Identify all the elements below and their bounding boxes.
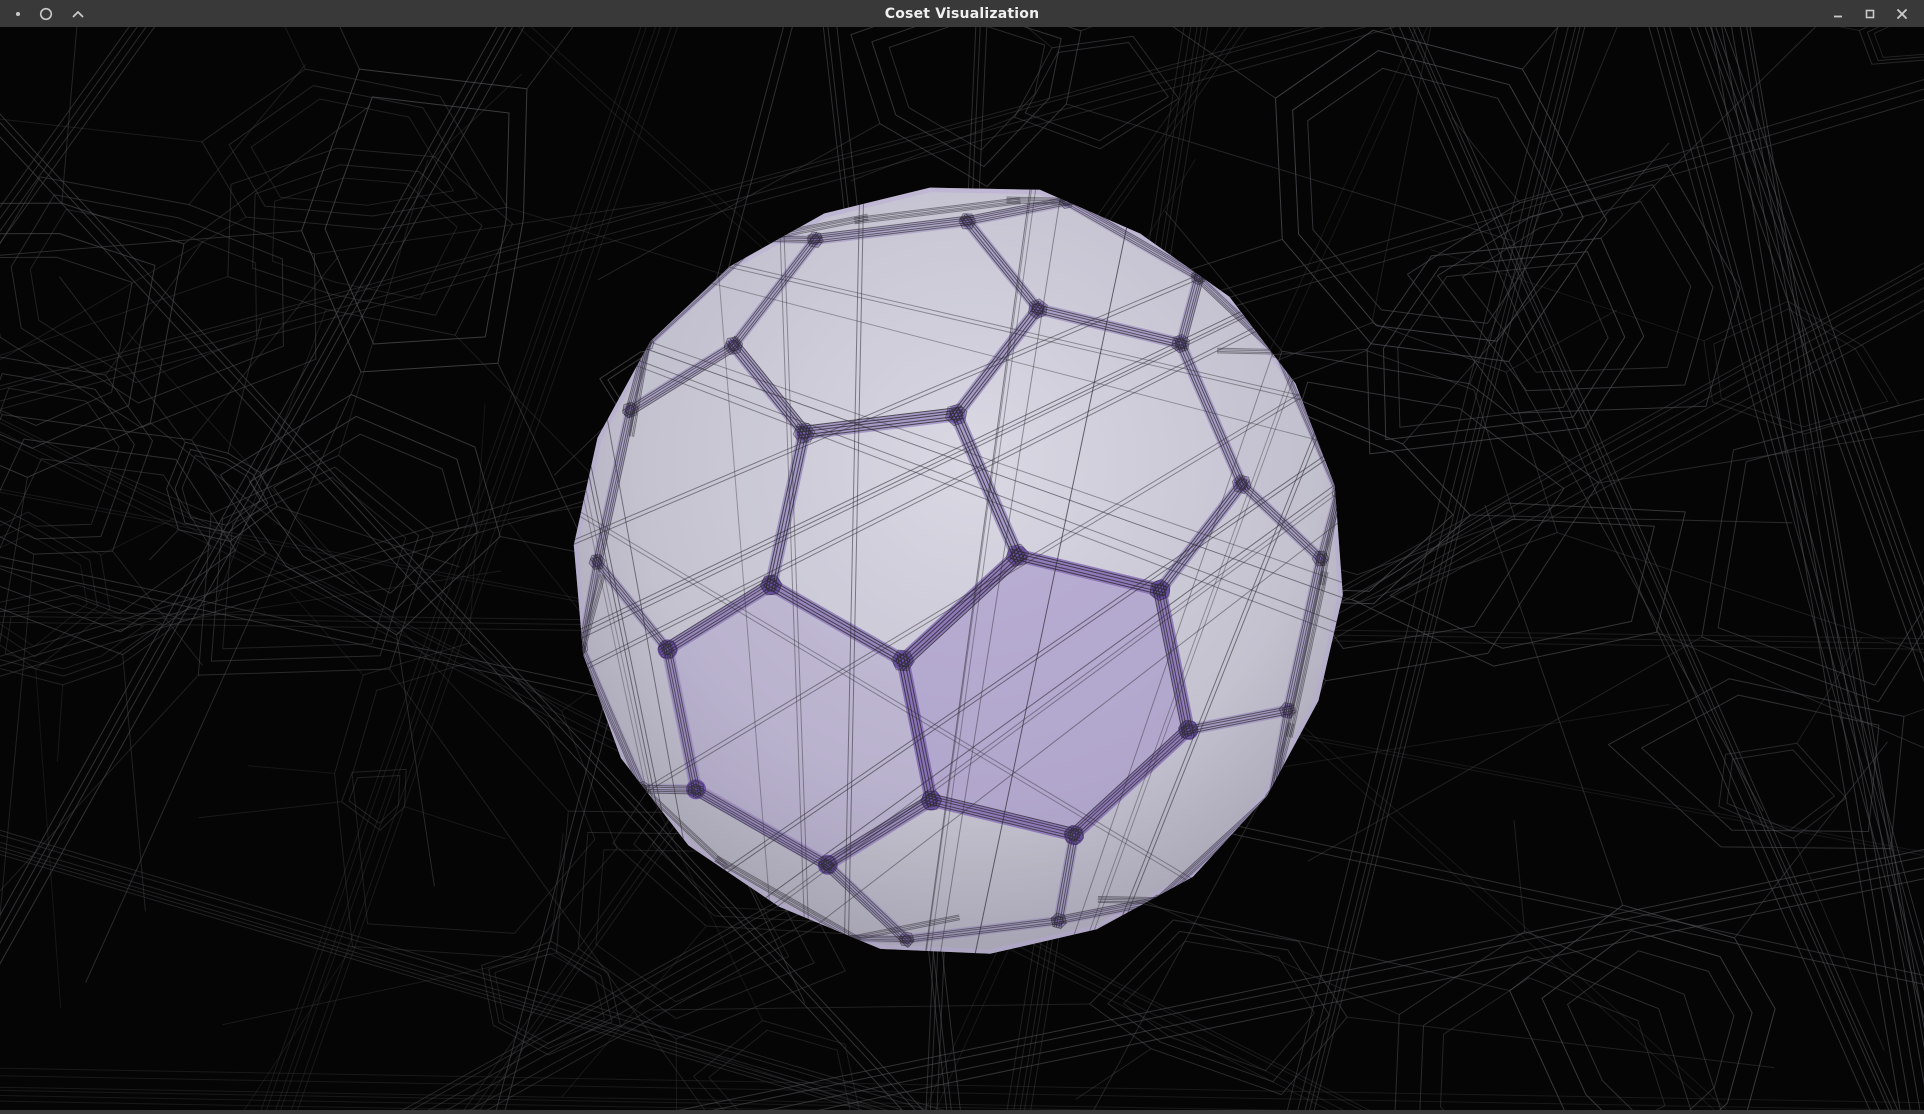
titlebar-window-controls xyxy=(1822,0,1924,27)
circle-icon[interactable] xyxy=(30,0,62,27)
menu-dot-icon[interactable] xyxy=(16,12,20,16)
window-bottom-border xyxy=(0,1110,1924,1114)
maximize-icon[interactable] xyxy=(1854,0,1886,27)
titlebar-left-controls xyxy=(0,0,94,27)
minimize-icon[interactable] xyxy=(1822,0,1854,27)
chevron-up-icon[interactable] xyxy=(62,0,94,27)
app-window: { "window": { "title": "Coset Visualizat… xyxy=(0,0,1924,1114)
window-title: Coset Visualization xyxy=(0,0,1924,27)
visualization-canvas[interactable] xyxy=(0,27,1924,1110)
visualization-viewport xyxy=(0,27,1924,1110)
close-icon[interactable] xyxy=(1886,0,1918,27)
title-bar: Coset Visualization xyxy=(0,0,1924,27)
